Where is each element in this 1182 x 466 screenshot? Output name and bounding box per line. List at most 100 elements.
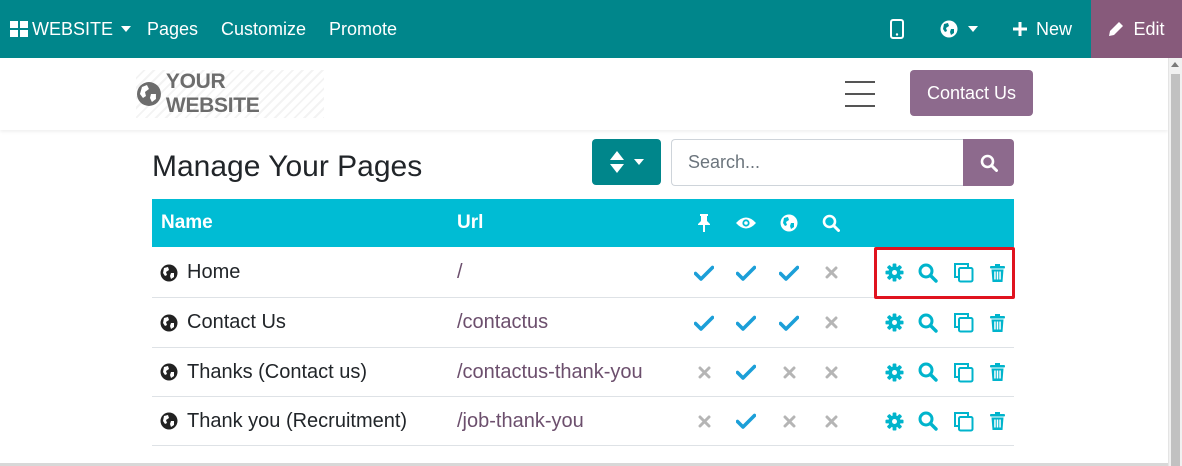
globe-icon — [160, 314, 178, 331]
caret-down-icon — [121, 26, 132, 32]
clone-page-button[interactable] — [951, 298, 975, 347]
page-url-link[interactable]: /contactus — [457, 298, 548, 347]
gear-icon — [884, 313, 904, 332]
pages-table-header: Name Url — [152, 199, 1014, 247]
row-actions-highlight — [874, 247, 1015, 299]
globe-icon — [940, 20, 958, 38]
gear-icon — [884, 362, 904, 382]
flag-cell — [692, 348, 716, 396]
search-input[interactable] — [671, 139, 964, 186]
page-settings-button[interactable] — [882, 298, 906, 347]
page-seo-button[interactable] — [916, 348, 940, 396]
search-icon — [918, 411, 938, 431]
cross-icon — [783, 366, 795, 378]
page-name: Thanks (Contact us) — [187, 360, 368, 383]
flag-cell — [819, 348, 843, 396]
grid-icon — [10, 21, 28, 37]
menu-pages[interactable]: Pages — [147, 0, 198, 58]
globe-icon — [160, 412, 178, 430]
page-name-cell[interactable]: Home — [160, 248, 240, 297]
new-label: New — [1036, 18, 1073, 39]
page-settings-button[interactable] — [882, 348, 906, 396]
flag-cell — [692, 248, 716, 297]
flag-cell — [734, 298, 758, 347]
sort-icon — [609, 151, 624, 173]
edit-button[interactable]: Edit — [1091, 0, 1182, 58]
cross-icon — [825, 415, 837, 427]
clone-page-button[interactable] — [951, 348, 975, 396]
logo-text: YOUR WEBSITE — [165, 70, 260, 117]
flag-cell — [819, 298, 843, 347]
page-url-link[interactable]: / — [457, 248, 463, 297]
table-row[interactable]: Thanks (Contact us) /contactus-thank-you — [152, 348, 1014, 397]
cross-icon — [783, 415, 795, 427]
flag-cell — [734, 397, 758, 445]
website-menu-label: WEBSITE — [32, 18, 114, 39]
new-button[interactable]: New — [1013, 0, 1072, 58]
page-url-link[interactable]: /job-thank-you — [457, 397, 584, 445]
flag-cell — [819, 397, 843, 445]
page-name: Home — [187, 261, 241, 283]
flag-cell — [819, 248, 843, 297]
check-icon — [736, 413, 756, 429]
flag-cell — [777, 248, 801, 297]
flag-cell — [734, 348, 758, 396]
scrollbar-thumb[interactable] — [1171, 74, 1180, 466]
column-url[interactable]: Url — [457, 199, 483, 247]
table-row[interactable]: Contact Us/contactus — [152, 298, 1014, 348]
globe-icon — [160, 363, 178, 381]
cross-icon — [825, 316, 837, 329]
eye-icon — [734, 199, 758, 247]
delete-page-button[interactable] — [985, 298, 1009, 347]
check-icon — [736, 265, 756, 281]
language-button[interactable] — [940, 0, 978, 58]
column-name[interactable]: Name — [161, 199, 213, 247]
globe-icon — [136, 82, 161, 106]
flag-cell — [692, 397, 716, 445]
page-seo-button[interactable] — [916, 397, 940, 445]
flag-cell — [777, 397, 801, 445]
pencil-icon — [1109, 22, 1124, 36]
page-settings-button[interactable] — [882, 397, 906, 445]
pin-icon — [692, 199, 716, 247]
cross-icon — [698, 366, 710, 378]
menu-customize[interactable]: Customize — [221, 0, 306, 58]
contact-us-button[interactable]: Contact Us — [910, 70, 1033, 116]
page-name: Contact Us — [187, 311, 286, 333]
page-name-cell[interactable]: Thanks (Contact us) — [160, 348, 367, 396]
trash-icon — [989, 313, 1005, 332]
flag-cell — [734, 248, 758, 297]
check-icon — [694, 315, 714, 331]
website-menu-button[interactable]: WEBSITE — [10, 0, 132, 58]
delete-page-button[interactable] — [985, 348, 1009, 396]
flag-cell — [777, 298, 801, 347]
check-icon — [779, 265, 799, 281]
plus-icon — [1013, 22, 1027, 36]
menu-promote[interactable]: Promote — [329, 0, 397, 58]
flag-cell — [692, 298, 716, 347]
hamburger-menu-icon[interactable] — [845, 81, 875, 107]
caret-down-icon — [633, 159, 644, 165]
sort-button[interactable] — [592, 139, 661, 185]
cross-icon — [698, 415, 710, 427]
mobile-preview-icon — [890, 19, 904, 39]
cross-icon — [825, 266, 837, 279]
page-url-link[interactable]: /contactus-thank-you — [457, 348, 643, 396]
trash-icon — [989, 363, 1005, 381]
check-icon — [779, 315, 799, 331]
gear-icon — [884, 411, 904, 431]
page-name-cell[interactable]: Thank you (Recruitment) — [160, 397, 407, 445]
page-name-cell[interactable]: Contact Us — [160, 298, 286, 347]
search-button[interactable] — [963, 139, 1014, 186]
page-title: Manage Your Pages — [152, 150, 423, 183]
clone-page-button[interactable] — [951, 397, 975, 445]
scroll-up-arrow-icon[interactable] — [1171, 62, 1179, 67]
site-logo[interactable]: YOUR WEBSITE — [136, 70, 324, 118]
page-seo-button[interactable] — [916, 298, 940, 347]
trash-icon — [989, 412, 1005, 430]
table-row[interactable]: Thank you (Recruitment) /job-thank-you — [152, 397, 1014, 446]
globe-icon — [160, 264, 178, 281]
search-icon — [918, 362, 938, 382]
mobile-preview-button[interactable] — [890, 0, 904, 58]
delete-page-button[interactable] — [985, 397, 1009, 445]
